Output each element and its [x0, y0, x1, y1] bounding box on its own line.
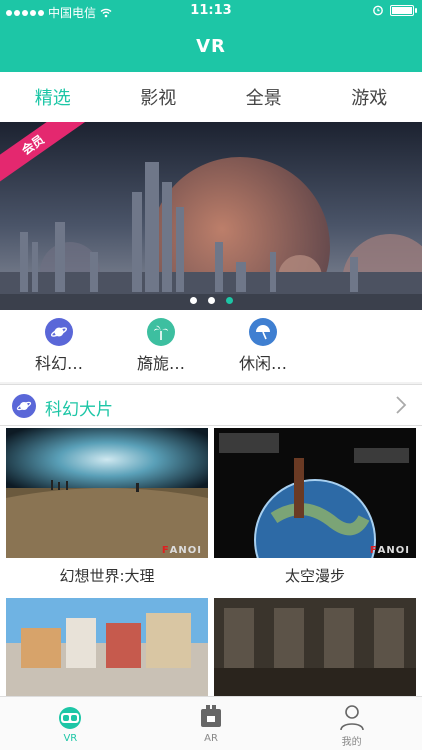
status-bar: 中国电信 11:13: [0, 0, 422, 22]
section-header-scifi[interactable]: 科幻大片: [0, 384, 422, 426]
quick-item-leisure[interactable]: 休闲…: [218, 318, 308, 374]
top-bar: 中国电信 11:13 VR: [0, 0, 422, 72]
status-time: 11:13: [190, 3, 232, 18]
app-root: 中国电信 11:13 VR 精选 影视 全景 游戏 会员 科幻… 旖旎… 休闲……: [0, 0, 422, 750]
nav-label: 我的: [341, 737, 362, 748]
section-title: 科幻大片: [45, 400, 113, 420]
fanoi-watermark: FANOI: [161, 545, 202, 556]
category-tabs: 精选 影视 全景 游戏: [0, 72, 422, 122]
video-card[interactable]: FANOI 幻想世界:大理: [6, 428, 208, 594]
hero-banner[interactable]: 会员: [0, 122, 422, 310]
palm-tree-icon: [147, 318, 175, 346]
quick-item-label: 休闲…: [238, 354, 287, 373]
quick-item-label: 科幻…: [34, 354, 83, 373]
video-thumbnail: FANOI: [214, 428, 416, 558]
video-title: 太空漫步: [284, 567, 345, 585]
tab-games[interactable]: 游戏: [317, 72, 422, 122]
battery-icon: [390, 4, 417, 16]
nav-label: AR: [204, 733, 218, 744]
bottom-nav: VR AR 我的: [0, 696, 422, 750]
sci-fi-city-image: [0, 122, 422, 310]
video-card[interactable]: FANOI 太空漫步: [214, 428, 416, 594]
planet-icon: [45, 318, 73, 346]
nav-label: VR: [63, 733, 78, 744]
tab-panorama[interactable]: 全景: [211, 72, 317, 122]
nav-item-vr[interactable]: VR: [0, 697, 141, 750]
fanoi-watermark: FANOI: [369, 545, 410, 556]
ar-box-icon: [196, 703, 226, 731]
quick-item-label: 旖旎…: [136, 354, 185, 373]
video-grid: FANOI 幻想世界:大理 FANOI 太空漫步: [0, 426, 422, 728]
tab-featured[interactable]: 精选: [0, 72, 106, 122]
quick-categories: 科幻… 旖旎… 休闲…: [0, 310, 422, 382]
alarm-icon: [372, 4, 384, 16]
status-right: [372, 4, 417, 16]
quick-item-scenery[interactable]: 旖旎…: [116, 318, 206, 374]
pager-dot-active[interactable]: [225, 297, 233, 304]
chevron-right-icon[interactable]: [392, 395, 410, 415]
nav-item-ar[interactable]: AR: [141, 697, 282, 750]
beach-umbrella-icon: [249, 318, 277, 346]
nav-item-profile[interactable]: 我的: [281, 697, 422, 750]
quick-item-scifi[interactable]: 科幻…: [14, 318, 104, 374]
user-icon: [337, 703, 367, 731]
planet-icon: [12, 394, 36, 418]
banner-pager: [0, 297, 422, 304]
pager-dot[interactable]: [207, 297, 215, 304]
video-title: 幻想世界:大理: [59, 567, 155, 585]
page-title: VR: [196, 36, 226, 57]
vr-headset-icon: [55, 703, 85, 731]
pager-dot[interactable]: [189, 297, 197, 304]
video-thumbnail: FANOI: [6, 428, 208, 558]
tab-movies[interactable]: 影视: [106, 72, 212, 122]
